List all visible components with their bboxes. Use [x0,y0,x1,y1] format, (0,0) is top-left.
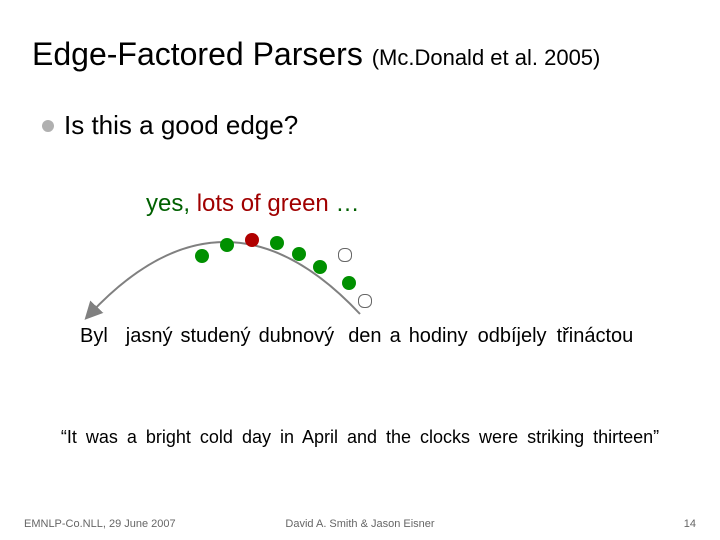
answer-suffix: … [329,190,360,217]
feature-dot [313,260,327,274]
token: den [348,325,381,348]
czech-sentence: Byl jasný studený dubnový denahodiny odbíjely… [80,325,700,348]
bullet-icon [42,120,54,132]
dependency-arc [90,242,360,314]
token: odbíjely [478,325,547,348]
token: hodiny [409,325,468,348]
feature-dot [245,233,259,247]
bullet-text: Is this a good edge? [64,110,298,141]
feature-dot [358,294,372,308]
feature-dot [338,248,352,262]
answer-prefix: yes, [146,190,197,217]
arc-diagram [60,214,380,324]
slide-number: 14 [684,518,696,530]
token: studený [181,325,251,348]
feature-dot [342,276,356,290]
token: a [390,325,401,348]
feature-dot [292,247,306,261]
bullet-row: Is this a good edge? [42,110,298,141]
feature-dot [220,238,234,252]
token: Byl [80,325,108,348]
token: jasný [126,325,173,348]
token: třináctou [557,325,634,348]
feature-dot [195,249,209,263]
answer-highlight: lots of green [197,190,329,217]
title-main: Edge-Factored Parsers [32,36,363,72]
token: dubnový [259,325,335,348]
arc-svg [60,214,380,324]
slide: Edge-Factored Parsers (Mc.Donald et al. … [0,0,720,540]
footer-authors: David A. Smith & Jason Eisner [0,518,720,530]
title-citation: (Mc.Donald et al. 2005) [372,45,601,70]
slide-title: Edge-Factored Parsers (Mc.Donald et al. … [32,36,600,73]
feature-dot [270,236,284,250]
english-gloss: “It was a bright cold day in April and t… [0,427,720,448]
